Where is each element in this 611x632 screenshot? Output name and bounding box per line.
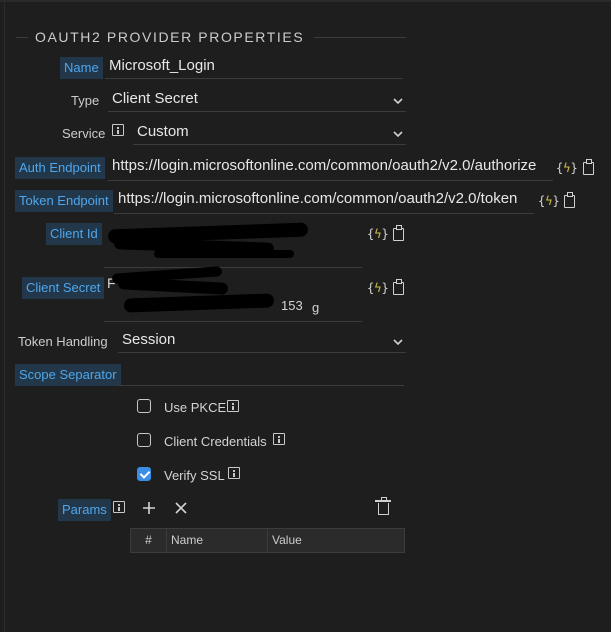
clipboard-icon[interactable] — [583, 159, 594, 175]
info-icon[interactable] — [273, 433, 285, 445]
section-header: OAUTH2 PROVIDER PROPERTIES — [16, 28, 406, 46]
panel-top-border — [0, 0, 611, 2]
auth-endpoint-label[interactable]: Auth Endpoint — [15, 157, 105, 179]
auth-endpoint-input[interactable]: https://login.microsoftonline.com/common… — [108, 155, 553, 181]
redaction-scribble — [123, 293, 275, 313]
panel-left-border — [4, 0, 5, 632]
client-secret-visible-fragment: g — [312, 300, 320, 315]
verify-ssl-checkbox[interactable] — [137, 467, 151, 481]
auth-endpoint-value: https://login.microsoftonline.com/common… — [112, 157, 537, 174]
name-input[interactable]: Microsoft_Login — [105, 55, 403, 79]
clipboard-icon[interactable] — [393, 279, 404, 295]
scope-separator-input[interactable] — [118, 362, 404, 386]
section-title: OAUTH2 PROVIDER PROPERTIES — [35, 29, 305, 45]
variable-icon[interactable]: {ϟ} — [556, 159, 578, 177]
service-value: Custom — [137, 123, 189, 140]
chevron-down-icon — [393, 339, 403, 346]
info-icon[interactable] — [228, 467, 240, 479]
chevron-down-icon — [393, 98, 403, 105]
token-endpoint-value: https://login.microsoftonline.com/common… — [118, 190, 518, 207]
redaction-scribble — [154, 250, 294, 258]
client-credentials-label[interactable]: Client Credentials — [164, 434, 267, 450]
type-value: Client Secret — [112, 90, 198, 107]
add-icon[interactable] — [142, 501, 156, 515]
bolt-glyph: ϟ — [545, 194, 553, 208]
token-endpoint-input[interactable]: https://login.microsoftonline.com/common… — [114, 188, 534, 214]
token-endpoint-label[interactable]: Token Endpoint — [15, 190, 113, 212]
type-select[interactable]: Client Secret — [108, 88, 406, 112]
params-table-header: # Name Value — [130, 528, 405, 553]
bolt-glyph: ϟ — [374, 227, 382, 241]
info-icon[interactable] — [113, 501, 125, 513]
params-label[interactable]: Params — [58, 499, 111, 521]
use-pkce-checkbox[interactable] — [137, 399, 151, 413]
variable-icon[interactable]: {ϟ} — [367, 225, 389, 243]
bolt-glyph: ϟ — [563, 161, 571, 175]
client-id-textarea[interactable]: 6 — [104, 220, 362, 268]
clipboard-icon[interactable] — [564, 192, 575, 208]
clipboard-icon[interactable] — [393, 225, 404, 241]
column-header-name[interactable]: Name — [167, 529, 268, 552]
variable-icon[interactable]: {ϟ} — [367, 279, 389, 297]
client-id-label[interactable]: Client Id — [46, 223, 102, 245]
column-header-value[interactable]: Value — [268, 529, 404, 552]
section-rule-left — [16, 36, 28, 38]
token-handling-value: Session — [122, 331, 176, 348]
close-icon[interactable] — [175, 502, 187, 514]
info-icon[interactable] — [227, 400, 239, 412]
client-secret-textarea[interactable]: F 153 g — [104, 266, 362, 322]
variable-icon[interactable]: {ϟ} — [538, 192, 560, 210]
name-label[interactable]: Name — [60, 57, 103, 79]
verify-ssl-label[interactable]: Verify SSL — [164, 468, 225, 484]
service-label: Service — [62, 126, 106, 141]
column-header-index: # — [131, 529, 167, 552]
bolt-glyph: ϟ — [374, 281, 382, 295]
info-icon[interactable] — [112, 124, 124, 136]
token-handling-select[interactable]: Session — [118, 329, 406, 353]
chevron-down-icon — [393, 131, 403, 138]
section-rule-right — [314, 36, 406, 38]
redaction-scribble — [117, 277, 229, 295]
use-pkce-label[interactable]: Use PKCE — [164, 400, 226, 416]
client-credentials-checkbox[interactable] — [137, 433, 151, 447]
scope-separator-value — [118, 364, 122, 381]
variable-icon-glyph: {ϟ} — [367, 227, 389, 241]
type-label: Type — [71, 93, 100, 108]
trash-icon[interactable] — [375, 497, 391, 515]
client-secret-label[interactable]: Client Secret — [22, 277, 105, 299]
name-value: Microsoft_Login — [109, 57, 215, 74]
scope-separator-label[interactable]: Scope Separator — [15, 364, 121, 386]
service-select[interactable]: Custom — [133, 121, 406, 145]
variable-icon-glyph: {ϟ} — [556, 161, 578, 175]
token-handling-label: Token Handling — [18, 334, 108, 349]
variable-icon-glyph: {ϟ} — [538, 194, 560, 208]
client-secret-visible-fragment: 153 — [281, 298, 303, 313]
variable-icon-glyph: {ϟ} — [367, 281, 389, 295]
